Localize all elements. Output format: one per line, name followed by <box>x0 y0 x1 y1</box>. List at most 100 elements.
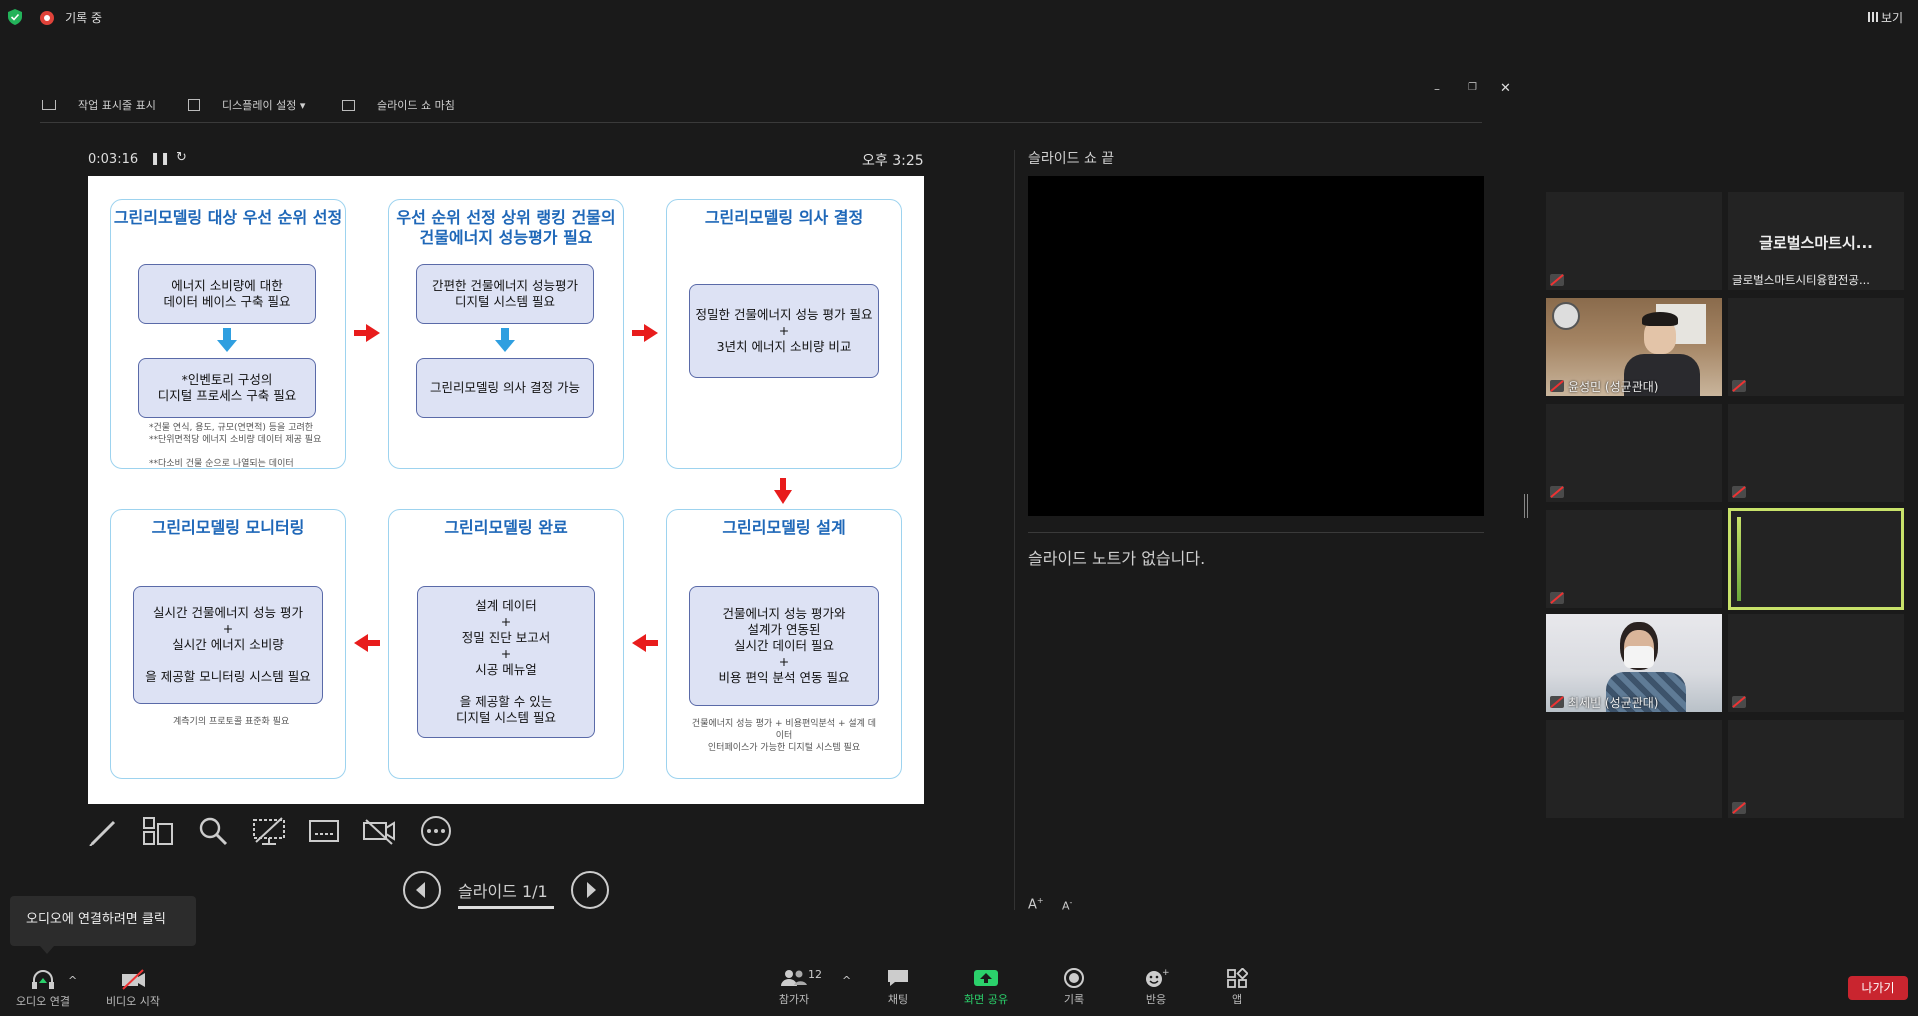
participant-tile[interactable]: 최세빈 (성균관대) <box>1546 614 1722 712</box>
person-hair <box>1642 312 1678 326</box>
participant-tile[interactable] <box>1546 510 1722 608</box>
chat-button[interactable]: 채팅 <box>870 968 926 1007</box>
slide-panel-4: 그린리모델링 모니터링 실시간 건물에너지 성능 평가 + 실시간 에너지 소비… <box>110 509 346 779</box>
participant-name: 윤성민 (성균관대) <box>1568 380 1659 394</box>
subtitles-icon[interactable] <box>308 816 342 846</box>
current-slide: 그린리모델링 대상 우선 순위 선정 에너지 소비량에 대한 데이터 베이스 구… <box>88 176 924 804</box>
reactions-label: 반응 <box>1145 993 1167 1006</box>
panel-title: 우선 순위 선정 상위 랭킹 건물의 건물에너지 성능평가 필요 <box>396 208 616 247</box>
close-button[interactable]: ✕ <box>1500 81 1511 96</box>
meeting-controls: 오디오 연결 ^ 비디오 시작 12 참가자 ^ 채팅 화면 공유 기록 + 반… <box>0 960 1918 1016</box>
end-slideshow-button[interactable]: 슬라이드 쇼 마침 <box>342 93 455 117</box>
share-label: 화면 공유 <box>964 993 1008 1006</box>
participant-tile[interactable] <box>1728 614 1904 712</box>
down-arrow-icon <box>495 328 515 352</box>
participant-tile[interactable]: 글로벌스마트시... 글로벌스마트시티융합전공... <box>1728 192 1904 290</box>
zoom-icon[interactable] <box>198 816 230 846</box>
record-label: 기록 <box>1063 993 1085 1006</box>
mic-muted-icon <box>1732 380 1746 392</box>
panel-title: 그린리모델링 완료 <box>444 518 568 537</box>
participant-tile[interactable] <box>1546 720 1722 818</box>
leave-button[interactable]: 나가기 <box>1848 976 1908 1000</box>
participant-tile[interactable]: 윤성민 (성균관대) <box>1546 298 1722 396</box>
slide-box: 에너지 소비량에 대한 데이터 베이스 구축 필요 <box>138 264 316 324</box>
mic-muted-icon <box>1550 696 1564 708</box>
view-label: 보기 <box>1881 11 1904 25</box>
share-screen-icon <box>974 970 998 986</box>
minimize-button[interactable]: – <box>1434 82 1440 96</box>
mic-muted-icon <box>1550 592 1564 604</box>
recording-indicator[interactable]: 기록 중 <box>40 10 102 29</box>
participant-tile[interactable] <box>1728 720 1904 818</box>
participant-name: 글로벌스마트시티융합전공... <box>1732 273 1870 287</box>
apps-label: 앱 <box>1231 993 1243 1006</box>
next-slide-label: 슬라이드 쇼 끝 <box>1028 151 1115 167</box>
next-slide-icon[interactable] <box>570 870 610 910</box>
restart-timer-icon[interactable]: ↻ <box>176 150 187 165</box>
video-button[interactable]: 비디오 시작 <box>98 968 168 1009</box>
pen-icon[interactable] <box>88 816 120 846</box>
restore-button[interactable]: ❐ <box>1468 82 1477 93</box>
pause-icon[interactable]: ❚❚ <box>150 151 170 165</box>
video-label: 비디오 시작 <box>105 995 161 1008</box>
display-settings-label: 디스플레이 설정 ▾ <box>222 99 306 112</box>
participant-display-name: 글로벌스마트시... <box>1759 234 1873 252</box>
audio-tooltip: 오디오에 연결하려면 클릭 <box>10 896 196 954</box>
apps-button[interactable]: 앱 <box>1212 967 1262 1007</box>
down-arrow-icon <box>774 478 792 504</box>
headphones-icon <box>32 970 54 989</box>
speaking-indicator <box>1737 517 1741 601</box>
left-arrow-icon <box>354 634 380 652</box>
mic-muted-icon <box>1732 486 1746 498</box>
camera-off-icon[interactable] <box>362 816 398 846</box>
panel-title: 그린리모델링 모니터링 <box>151 518 305 537</box>
slide-tools <box>88 814 488 848</box>
mic-muted-icon <box>1550 380 1564 392</box>
share-screen-button[interactable]: 화면 공유 <box>956 968 1016 1007</box>
svg-text:+: + <box>1162 968 1169 978</box>
reactions-button[interactable]: + 반응 <box>1130 968 1182 1007</box>
participants-chevron-icon[interactable]: ^ <box>842 974 851 987</box>
participant-tile[interactable] <box>1546 192 1722 290</box>
participants-label: 참가자 <box>778 993 810 1006</box>
participant-tile[interactable] <box>1546 404 1722 502</box>
tooltip-text: 오디오에 연결하려면 클릭 <box>26 912 166 927</box>
decrease-font-icon[interactable]: A- <box>1062 898 1072 913</box>
elapsed-timer: 0:03:16 <box>88 152 139 167</box>
increase-font-icon[interactable]: A+ <box>1028 896 1044 912</box>
audio-options-chevron-icon[interactable]: ^ <box>68 974 77 987</box>
chat-label: 채팅 <box>887 993 909 1006</box>
participant-tile[interactable] <box>1728 404 1904 502</box>
shield-icon[interactable] <box>8 9 22 25</box>
participants-icon <box>781 970 807 986</box>
emoji-icon: + <box>1146 968 1170 987</box>
resize-handle[interactable] <box>1524 494 1528 518</box>
slide-panel-2: 우선 순위 선정 상위 랭킹 건물의 건물에너지 성능평가 필요 간편한 건물에… <box>388 199 624 469</box>
previous-slide-icon[interactable] <box>402 870 442 910</box>
more-options-icon[interactable] <box>420 816 452 846</box>
active-speaker-tile[interactable] <box>1728 508 1904 610</box>
toolbar-divider <box>40 122 1482 123</box>
slide-panel-1: 그린리모델링 대상 우선 순위 선정 에너지 소비량에 대한 데이터 베이스 구… <box>110 199 346 469</box>
end-slideshow-label: 슬라이드 쇼 마침 <box>377 99 455 112</box>
black-screen-icon[interactable] <box>252 816 288 846</box>
display-settings-button[interactable]: 디스플레이 설정 ▾ <box>188 93 305 117</box>
see-all-slides-icon[interactable] <box>142 816 176 846</box>
taskbar-icon <box>42 100 56 110</box>
participant-name: 최세빈 (성균관대) <box>1568 696 1659 710</box>
record-button[interactable]: 기록 <box>1048 968 1100 1007</box>
slide-box: *인벤토리 구성의 디지털 프로세스 구축 필요 <box>138 358 316 418</box>
participant-tile[interactable] <box>1728 298 1904 396</box>
down-arrow-icon <box>217 328 237 352</box>
end-slideshow-icon <box>342 99 355 111</box>
clock: 오후 3:25 <box>862 153 924 169</box>
slide-box: 그린리모델링 의사 결정 가능 <box>416 358 594 418</box>
right-arrow-icon <box>354 324 380 342</box>
show-taskbar-button[interactable]: 작업 표시줄 표시 <box>42 93 156 117</box>
participants-button[interactable]: 12 참가자 <box>764 968 824 1007</box>
slide-panel-6: 그린리모델링 설계 건물에너지 성능 평가와 설계가 연동된 실시간 데이터 필… <box>666 509 902 779</box>
slide-box: 정밀한 건물에너지 성능 평가 필요 + 3년치 에너지 소비량 비교 <box>689 284 879 378</box>
panel-note: *건물 연식, 용도, 규모(연면적) 등을 고려한 **단위면적당 에너지 소… <box>149 423 322 469</box>
view-button[interactable]: 보기 <box>1868 9 1903 26</box>
mic-muted-icon <box>1550 274 1564 286</box>
